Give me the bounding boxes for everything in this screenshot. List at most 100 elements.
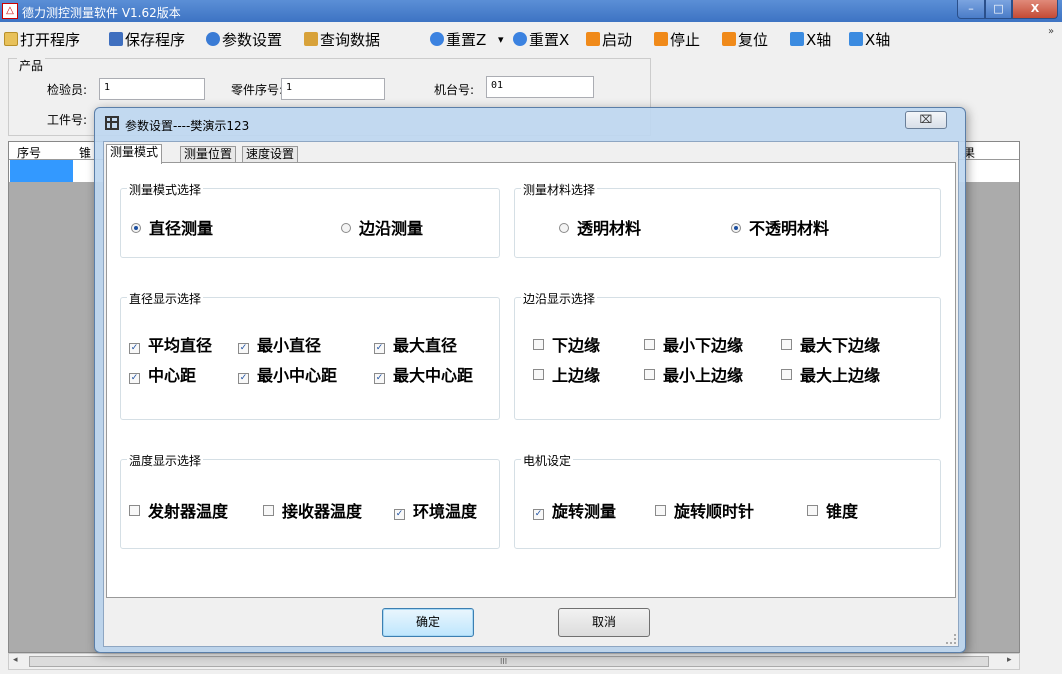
start-button[interactable]: 启动 — [586, 30, 632, 50]
parameter-settings-label: 参数设置 — [222, 31, 283, 49]
x-axis-left-button[interactable]: X轴 — [790, 30, 831, 50]
max-center-distance-checkbox[interactable]: ✓ 最大中心距 — [374, 362, 473, 386]
clockwise-label: 旋转顺时针 — [674, 502, 755, 521]
x-axis-left-label: X轴 — [806, 31, 832, 49]
resize-grip-icon[interactable] — [946, 634, 956, 644]
min-diameter-checkbox[interactable]: ✓ 最小直径 — [238, 332, 321, 356]
reset-x-label: 重置X — [529, 31, 570, 49]
column-header-cone[interactable]: 锥 — [79, 144, 91, 161]
minimize-button[interactable]: – — [957, 0, 985, 19]
ok-button[interactable]: 确定 — [382, 608, 474, 637]
product-legend: 产品 — [17, 57, 46, 74]
checkbox-checked-icon: ✓ — [238, 373, 249, 384]
scrollbar-thumb[interactable]: III — [29, 656, 989, 667]
emitter-temp-checkbox[interactable]: 发射器温度 — [129, 498, 228, 522]
taper-checkbox[interactable]: 锥度 — [807, 498, 858, 522]
query-data-label: 查询数据 — [320, 31, 381, 49]
open-program-button[interactable]: 打开程序 — [4, 30, 80, 50]
reset-icon — [513, 32, 527, 46]
x-axis-right-button[interactable]: X轴 — [849, 30, 890, 50]
home-button[interactable]: 复位 — [722, 30, 768, 50]
inspector-input[interactable]: 1 — [99, 78, 205, 100]
min-center-distance-checkbox[interactable]: ✓ 最小中心距 — [238, 362, 337, 386]
horizontal-scrollbar[interactable]: ◂ III ▸ — [8, 653, 1020, 670]
radio-selected-icon — [131, 223, 141, 233]
cancel-button[interactable]: 取消 — [558, 608, 650, 637]
diameter-display-legend: 直径显示选择 — [127, 290, 204, 307]
upper-edge-label: 上边缘 — [552, 366, 601, 385]
ambient-temp-label: 环境温度 — [413, 502, 478, 521]
close-button[interactable]: X — [1012, 0, 1058, 19]
dialog-close-button[interactable]: ⌧ — [905, 111, 947, 129]
scroll-left-icon[interactable]: ◂ — [13, 655, 18, 665]
tab-measure-mode[interactable]: 测量模式 — [106, 144, 163, 164]
tab-measure-position[interactable]: 测量位置 — [180, 146, 237, 163]
upper-edge-checkbox[interactable]: 上边缘 — [533, 362, 600, 386]
query-data-button[interactable]: 查询数据 — [304, 30, 380, 50]
part-number-input[interactable]: 1 — [281, 78, 385, 100]
checkbox-checked-icon: ✓ — [394, 509, 405, 520]
max-diameter-checkbox[interactable]: ✓ 最大直径 — [374, 332, 457, 356]
center-distance-checkbox[interactable]: ✓ 中心距 — [129, 362, 196, 386]
dialog-body: 测量模式 测量位置 速度设置 测量模式选择 直径测量 边沿测量 测量材料选择 透… — [103, 141, 959, 647]
lower-edge-checkbox[interactable]: 下边缘 — [533, 332, 600, 356]
checkbox-unchecked-icon — [781, 369, 792, 380]
x-axis-right-label: X轴 — [865, 31, 891, 49]
save-program-button[interactable]: 保存程序 — [109, 30, 185, 50]
radio-selected-icon — [731, 223, 741, 233]
work-number-label: 工件号: — [47, 113, 88, 127]
save-icon — [109, 32, 123, 46]
motor-settings-group: 电机设定 ✓ 旋转测量 旋转顺时针 锥度 — [514, 452, 941, 549]
max-upper-edge-checkbox[interactable]: 最大上边缘 — [781, 362, 880, 386]
edge-display-group: 边沿显示选择 下边缘 最小下边缘 最大下边缘 上边缘 最小上边缘 最大上边缘 — [514, 290, 941, 420]
edge-measure-label: 边沿测量 — [359, 219, 424, 238]
radio-unselected-icon — [559, 223, 569, 233]
scroll-right-icon[interactable]: ▸ — [1007, 655, 1012, 665]
parameter-settings-dialog: 参数设置----樊演示123 ⌧ 测量模式 测量位置 速度设置 测量模式选择 直… — [94, 107, 966, 653]
part-number-label: 零件序号: — [231, 83, 284, 97]
parameter-settings-button[interactable]: 参数设置 — [206, 30, 282, 50]
tab-speed-settings[interactable]: 速度设置 — [242, 146, 299, 163]
home-label: 复位 — [738, 31, 769, 49]
max-upper-edge-label: 最大上边缘 — [800, 366, 881, 385]
avg-diameter-checkbox[interactable]: ✓ 平均直径 — [129, 332, 212, 356]
max-diameter-label: 最大直径 — [393, 336, 458, 355]
material-group: 测量材料选择 透明材料 不透明材料 — [514, 181, 941, 258]
min-upper-edge-checkbox[interactable]: 最小上边缘 — [644, 362, 743, 386]
max-lower-edge-checkbox[interactable]: 最大下边缘 — [781, 332, 880, 356]
min-center-distance-label: 最小中心距 — [257, 366, 338, 385]
stop-button[interactable]: 停止 — [654, 30, 700, 50]
checkbox-unchecked-icon — [533, 369, 544, 380]
toolbar-overflow-button[interactable]: » — [1048, 26, 1054, 37]
maximize-button[interactable]: □ — [985, 0, 1012, 19]
clockwise-checkbox[interactable]: 旋转顺时针 — [655, 498, 754, 522]
transparent-material-radio[interactable]: 透明材料 — [559, 215, 641, 239]
reset-z-label: 重置Z — [446, 31, 487, 49]
lower-edge-label: 下边缘 — [552, 336, 601, 355]
min-lower-edge-label: 最小下边缘 — [663, 336, 744, 355]
start-label: 启动 — [602, 31, 633, 49]
reset-x-button[interactable]: 重置X — [513, 30, 569, 50]
receiver-temp-checkbox[interactable]: 接收器温度 — [263, 498, 362, 522]
column-header-sequence[interactable]: 序号 — [17, 144, 41, 161]
checkbox-unchecked-icon — [655, 505, 666, 516]
machine-number-input[interactable]: 01 — [486, 76, 594, 98]
measure-mode-panel: 测量模式选择 直径测量 边沿测量 测量材料选择 透明材料 不透明材料 直径显示选… — [106, 162, 956, 598]
stop-label: 停止 — [670, 31, 701, 49]
opaque-material-radio[interactable]: 不透明材料 — [731, 215, 829, 239]
edge-measure-radio[interactable]: 边沿测量 — [341, 215, 423, 239]
rotation-measure-checkbox[interactable]: ✓ 旋转测量 — [533, 498, 616, 522]
toolbar: 打开程序 保存程序 参数设置 查询数据 重置Z ▾ 重置X 启动 停止 复位 X… — [0, 22, 1062, 58]
reset-z-button[interactable]: 重置Z — [430, 30, 486, 50]
reset-z-dropdown[interactable]: ▾ — [498, 30, 504, 50]
inspector-label: 检验员: — [47, 83, 88, 97]
app-logo-icon: △ — [2, 3, 18, 19]
diameter-measure-radio[interactable]: 直径测量 — [131, 215, 213, 239]
selected-cell[interactable] — [10, 160, 73, 182]
folder-icon — [4, 32, 18, 46]
ambient-temp-checkbox[interactable]: ✓ 环境温度 — [394, 498, 477, 522]
checkbox-unchecked-icon — [807, 505, 818, 516]
checkbox-unchecked-icon — [533, 339, 544, 350]
min-lower-edge-checkbox[interactable]: 最小下边缘 — [644, 332, 743, 356]
checkbox-checked-icon: ✓ — [238, 343, 249, 354]
